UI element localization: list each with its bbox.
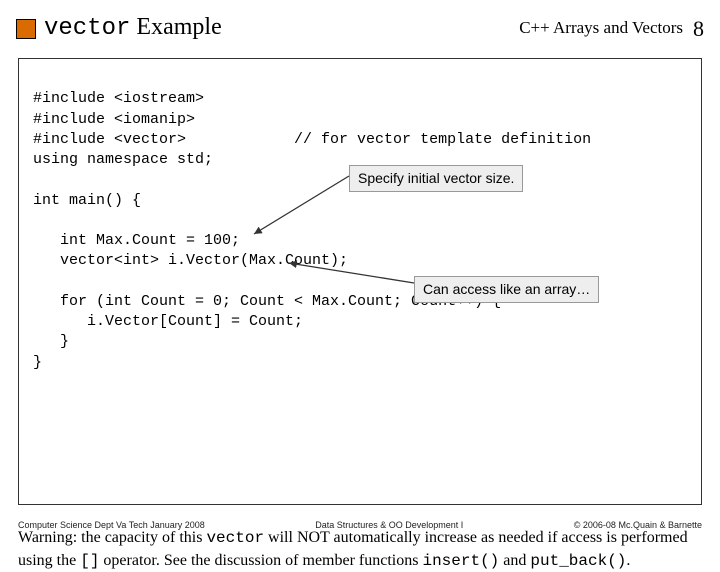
code-line: #include <iomanip> [33,111,195,128]
warning-paragraph: Warning: the capacity of this vector wil… [18,527,702,572]
page-number: 8 [693,14,704,42]
footer-right: © 2006-08 Mc.Quain & Barnette [574,520,702,530]
code-line: #include <iostream> [33,90,204,107]
title-code: vector [44,15,130,42]
inline-code: insert() [422,552,499,570]
slide-subtitle: C++ Arrays and Vectors [519,14,683,38]
code-line: } [33,354,42,371]
inline-code: [] [80,552,99,570]
inline-code: put_back() [530,552,626,570]
inline-code: vector [206,529,264,547]
footer-left: Computer Science Dept Va Tech January 20… [18,520,205,530]
code-block: #include <iostream> #include <iomanip> #… [18,58,702,505]
footer-center: Data Structures & OO Development I [315,520,463,530]
warning-text: operator. See the discussion of member f… [99,552,422,569]
slide-title: vector Example [44,14,222,42]
bullet-icon [16,19,36,39]
code-line: int main() { [33,192,141,209]
warning-text: and [499,552,530,569]
code-line: using namespace std; [33,151,213,168]
arrow-icon [249,174,359,244]
slide-footer: Computer Science Dept Va Tech January 20… [0,520,720,530]
code-line: int Max.Count = 100; [33,232,240,249]
title-rest: Example [130,14,221,40]
slide-header: vector Example C++ Arrays and Vectors 8 [0,0,720,48]
callout-array-access: Can access like an array… [414,276,599,303]
code-line: #include <vector> // for vector template… [33,131,591,148]
callout-vector-size: Specify initial vector size. [349,165,523,192]
warning-text: Warning: the capacity of this [18,529,206,546]
header-right: C++ Arrays and Vectors 8 [519,14,704,42]
code-line: } [33,333,69,350]
title-block: vector Example [16,14,222,42]
code-line: i.Vector[Count] = Count; [33,313,303,330]
code-line: vector<int> i.Vector(Max.Count); [33,252,348,269]
warning-text: . [626,552,630,569]
